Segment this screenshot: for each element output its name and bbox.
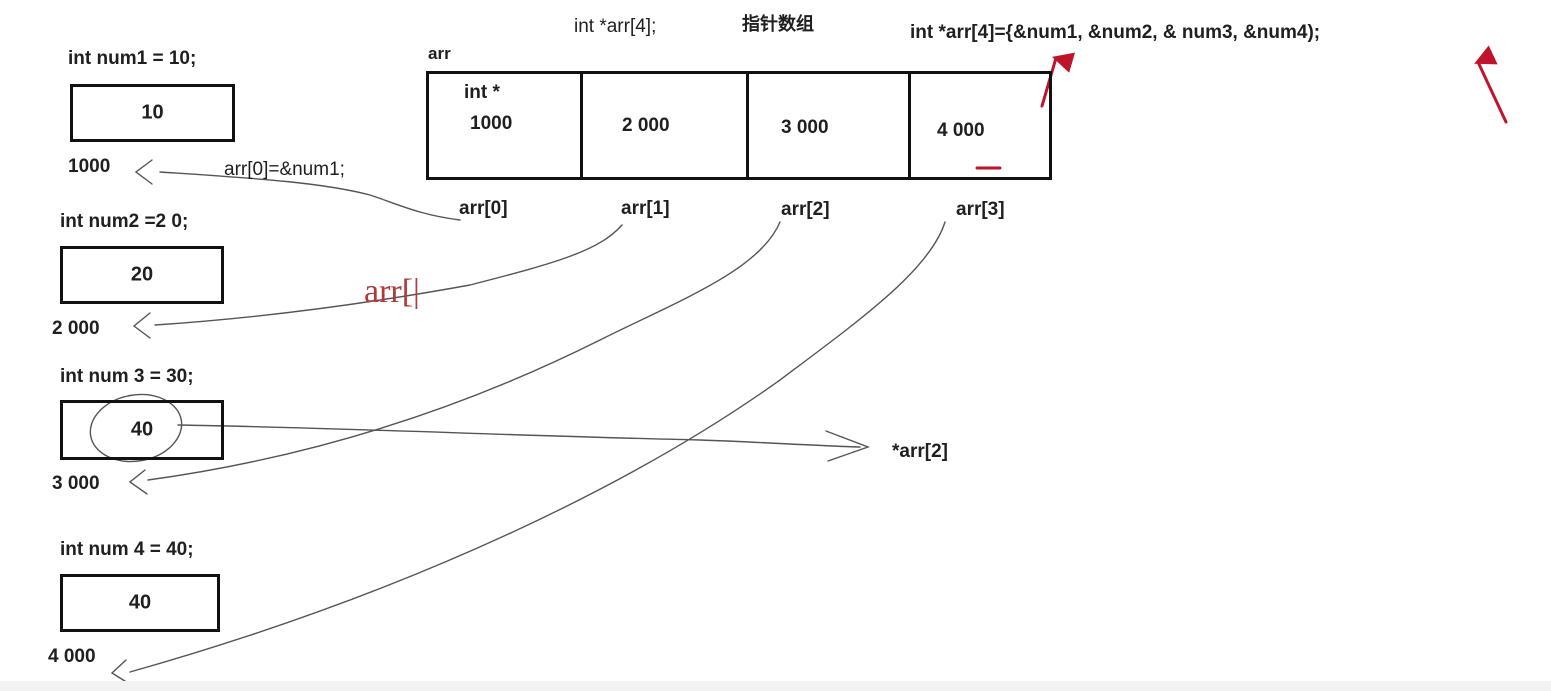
var2-value: 20: [130, 263, 154, 286]
index-label-0: arr[0]: [459, 198, 508, 219]
var2-address: 2 000: [52, 318, 100, 339]
var3-address: 3 000: [52, 473, 100, 494]
array-divider: [580, 74, 583, 177]
initializer-label: int *arr[4]={&num1, &num2, & num3, &num4…: [910, 22, 1321, 43]
var1-box: 10: [70, 84, 235, 142]
array-cell-3: 4 000: [937, 120, 985, 141]
arrowhead-num4-address: [110, 659, 129, 684]
array-divider: [746, 74, 749, 177]
var3-declaration: int num 3 = 30;: [60, 366, 194, 387]
var4-address: 4 000: [48, 646, 96, 667]
arrowhead-num2-address: [132, 312, 151, 339]
var4-value: 40: [128, 591, 152, 614]
handwritten-note: arr[|: [364, 273, 420, 310]
array-cell-2: 3 000: [781, 117, 829, 138]
var1-address: 1000: [68, 156, 111, 177]
array-divider: [908, 74, 911, 177]
array-cell-type: int *: [464, 82, 500, 103]
var2-box: 20: [60, 246, 224, 304]
var2-declaration: int num2 =2 0;: [60, 211, 189, 232]
bottom-strip: [0, 681, 1551, 691]
declaration-label: int *arr[4];: [574, 16, 657, 37]
var3-box: 40: [60, 400, 224, 460]
connector-arr3-to-num4: [129, 221, 946, 673]
arrowhead-num1-address: [134, 159, 153, 185]
index-label-1: arr[1]: [621, 198, 670, 219]
var4-box: 40: [60, 574, 220, 632]
index-label-3: arr[3]: [956, 199, 1005, 220]
arrowhead-num3-address: [128, 469, 148, 495]
connector-num3-to-deref: [177, 424, 861, 448]
deref-label: *arr[2]: [892, 441, 948, 462]
var4-declaration: int num 4 = 40;: [60, 539, 194, 560]
index-label-2: arr[2]: [781, 199, 830, 220]
var1-declaration: int num1 = 10;: [68, 48, 197, 69]
var3-value: 40: [130, 418, 154, 441]
array-cell-1: 2 000: [622, 115, 670, 136]
array-cell-0: 1000: [470, 113, 513, 134]
red-arrow-end: [1474, 45, 1508, 124]
array-name: arr: [428, 44, 451, 63]
var1-value: 10: [141, 101, 164, 124]
caption-label: 指针数组: [742, 14, 814, 35]
assignment-label: arr[0]=&num1;: [224, 159, 345, 180]
